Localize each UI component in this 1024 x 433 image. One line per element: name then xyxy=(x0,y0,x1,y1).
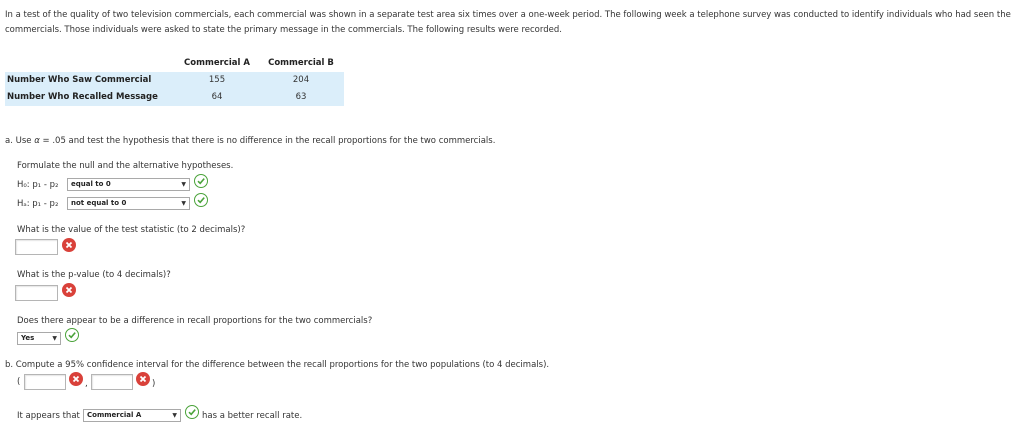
table-header-row: Commercial A Commercial B xyxy=(5,55,344,72)
cell-a: 155 xyxy=(208,75,226,85)
pvalue-input[interactable] xyxy=(15,285,58,301)
triangle-down-icon: ▼ xyxy=(52,335,57,342)
table-row: Number Who Recalled Message 64 63 xyxy=(5,89,344,106)
ci-lower-input[interactable] xyxy=(24,374,66,390)
row-label: Number Who Recalled Message xyxy=(7,92,158,102)
check-circle-icon xyxy=(65,328,79,342)
check-circle-icon xyxy=(194,193,208,207)
x-circle-icon xyxy=(69,372,83,386)
test-statistic-input[interactable] xyxy=(15,239,58,255)
table-row: Number Who Saw Commercial 155 204 xyxy=(5,72,344,89)
part-a-suffix: = .05 and test the hypothesis that there… xyxy=(39,136,496,146)
column-header-commercial-b: Commercial B xyxy=(268,58,334,68)
triangle-down-icon: ▼ xyxy=(181,181,186,188)
triangle-down-icon: ▼ xyxy=(181,200,186,207)
better-recall-prefix: It appears that xyxy=(17,411,80,421)
comma-separator: , xyxy=(85,379,88,389)
difference-select-value: Yes xyxy=(21,334,35,342)
column-header-commercial-a: Commercial A xyxy=(184,58,250,68)
x-circle-icon xyxy=(62,283,76,297)
part-a-prompt: a. Use α = .05 and test the hypothesis t… xyxy=(5,136,495,146)
h0-select[interactable]: equal to 0 ▼ xyxy=(67,178,190,191)
ha-label: Hₐ: p₁ - p₂ xyxy=(17,199,59,209)
cell-b: 63 xyxy=(295,92,307,102)
better-recall-select-value: Commercial A xyxy=(87,411,142,419)
check-circle-icon xyxy=(194,174,208,188)
row-label: Number Who Saw Commercial xyxy=(7,75,152,85)
difference-select[interactable]: Yes ▼ xyxy=(17,332,61,345)
better-recall-suffix: has a better recall rate. xyxy=(202,411,303,421)
formulate-instruction: Formulate the null and the alternative h… xyxy=(17,161,234,171)
data-table: Commercial A Commercial B Number Who Saw… xyxy=(5,55,344,106)
cell-b: 204 xyxy=(292,75,310,85)
cell-a: 64 xyxy=(211,92,223,102)
better-recall-select[interactable]: Commercial A ▼ xyxy=(83,409,181,422)
x-circle-icon xyxy=(62,238,76,252)
close-paren: ) xyxy=(152,379,156,389)
test-statistic-question: What is the value of the test statistic … xyxy=(17,225,246,235)
check-circle-icon xyxy=(185,405,199,419)
ha-select-value: not equal to 0 xyxy=(71,199,127,207)
h0-select-value: equal to 0 xyxy=(71,180,111,188)
open-paren: ( xyxy=(17,377,21,387)
part-a-prefix: a. Use xyxy=(5,136,35,146)
ha-select[interactable]: not equal to 0 ▼ xyxy=(67,197,190,210)
problem-intro: In a test of the quality of two televisi… xyxy=(5,10,1011,35)
pvalue-question: What is the p-value (to 4 decimals)? xyxy=(17,270,171,280)
part-b-prompt: b. Compute a 95% confidence interval for… xyxy=(5,360,550,370)
ci-upper-input[interactable] xyxy=(91,374,133,390)
h0-label: H₀: p₁ - p₂ xyxy=(17,180,59,190)
triangle-down-icon: ▼ xyxy=(172,412,177,419)
difference-question: Does there appear to be a difference in … xyxy=(17,316,373,326)
x-circle-icon xyxy=(136,372,150,386)
